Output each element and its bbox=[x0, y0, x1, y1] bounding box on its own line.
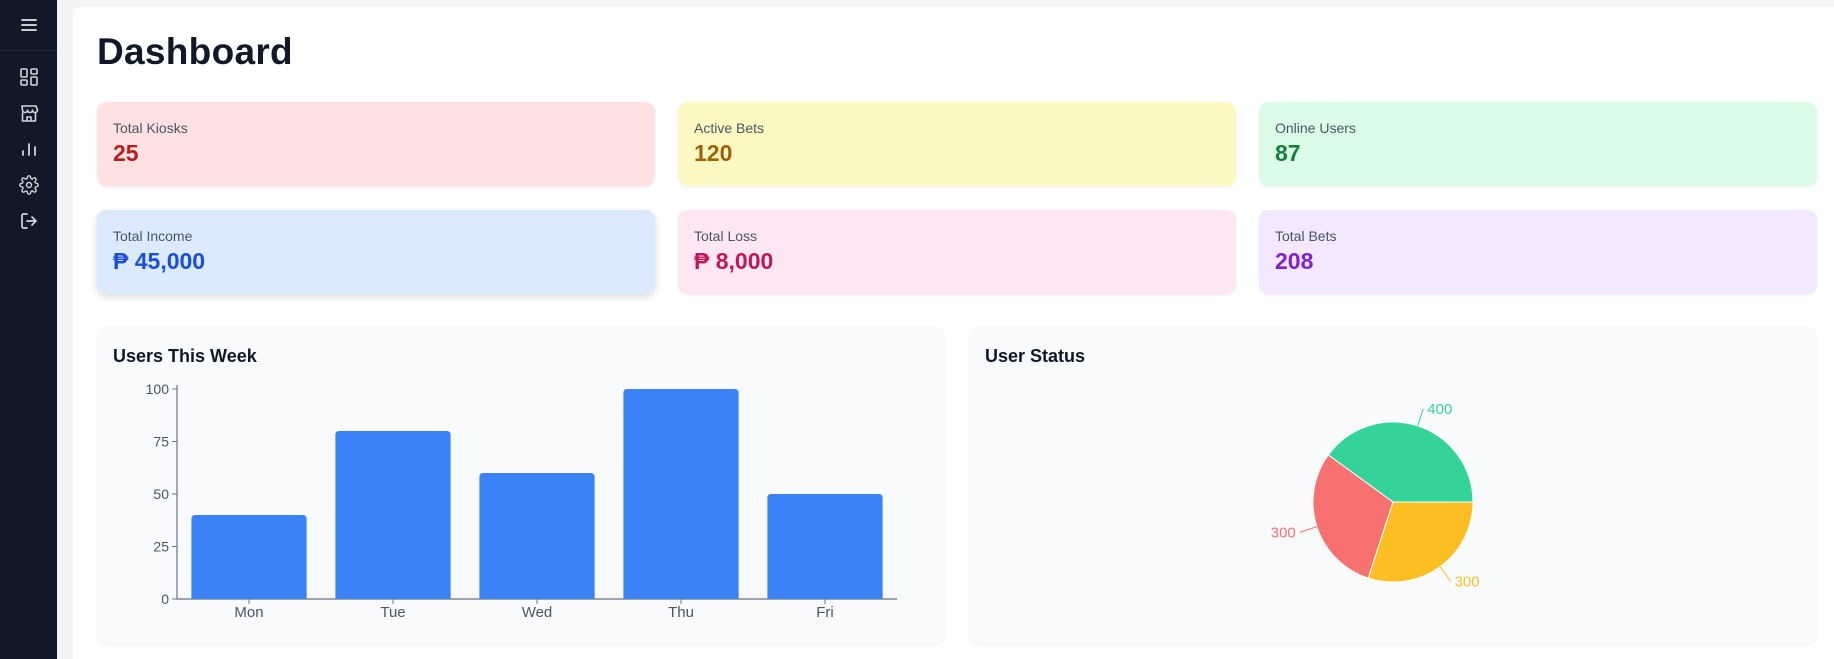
sidebar-nav bbox=[0, 51, 57, 239]
sidebar bbox=[0, 0, 57, 659]
sidebar-header bbox=[0, 0, 57, 51]
main-content: Dashboard Total Kiosks 25 Active Bets 12… bbox=[73, 7, 1834, 659]
pie-label-line bbox=[1439, 566, 1452, 582]
user-status-panel: User Status 400 300 300 bbox=[969, 327, 1817, 644]
y-tick-label: 50 bbox=[153, 486, 169, 502]
stat-label: Online Users bbox=[1275, 120, 1356, 136]
x-tick-label: Wed bbox=[522, 604, 553, 621]
users-this-week-panel: Users This Week 0 25 50 75 100 Mon Tue Wed Thu Fr… bbox=[97, 327, 945, 644]
stat-value: 120 bbox=[694, 140, 733, 166]
bar-thu[interactable] bbox=[623, 389, 739, 599]
store-icon bbox=[19, 103, 39, 123]
pie-label-line bbox=[1417, 408, 1424, 427]
stat-label: Active Bets bbox=[694, 120, 765, 136]
sidebar-item-settings[interactable] bbox=[0, 167, 57, 203]
x-tick-label: Mon bbox=[234, 604, 263, 621]
stat-label: Total Loss bbox=[694, 228, 758, 244]
users-bar-chart: 0 25 50 75 100 Mon Tue Wed Thu Fri bbox=[146, 381, 897, 621]
stat-card-total-bets: Total Bets 208 bbox=[1259, 210, 1817, 294]
sidebar-item-dashboard[interactable] bbox=[0, 59, 57, 95]
stat-value: 87 bbox=[1275, 140, 1301, 166]
stat-card-total-income: Total Income ₱ 45,000 bbox=[97, 210, 655, 294]
stat-value: 25 bbox=[113, 140, 139, 166]
stat-value: 208 bbox=[1275, 248, 1314, 274]
sidebar-item-logout[interactable] bbox=[0, 203, 57, 239]
stat-card-total-loss: Total Loss ₱ 8,000 bbox=[678, 210, 1236, 294]
y-tick-label: 100 bbox=[146, 381, 170, 397]
pie-label: 300 bbox=[1271, 524, 1296, 541]
bar-mon[interactable] bbox=[191, 515, 307, 599]
stat-label: Total Income bbox=[113, 228, 193, 244]
stat-label: Total Bets bbox=[1275, 228, 1337, 244]
hamburger-menu-icon[interactable] bbox=[20, 17, 38, 33]
bar-tue[interactable] bbox=[335, 431, 451, 599]
pie-label: 300 bbox=[1455, 573, 1480, 590]
stat-card-total-kiosks: Total Kiosks 25 bbox=[97, 102, 655, 186]
logout-icon bbox=[19, 211, 39, 231]
sidebar-item-reports[interactable] bbox=[0, 131, 57, 167]
x-tick-label: Tue bbox=[380, 604, 405, 621]
x-tick-label: Thu bbox=[668, 604, 694, 621]
x-tick-label: Fri bbox=[816, 604, 834, 621]
bar-fri[interactable] bbox=[767, 494, 883, 599]
y-tick-label: 0 bbox=[161, 591, 169, 607]
bar-chart-icon bbox=[19, 139, 39, 159]
stat-card-online-users: Online Users 87 bbox=[1259, 102, 1817, 186]
page-title: Dashboard bbox=[97, 31, 293, 72]
y-tick-label: 25 bbox=[153, 539, 169, 555]
sidebar-item-kiosks[interactable] bbox=[0, 95, 57, 131]
stat-value: ₱ 8,000 bbox=[694, 248, 774, 274]
dashboard-icon bbox=[19, 67, 39, 87]
user-status-pie-chart: 400 300 300 bbox=[1271, 401, 1480, 590]
pie-label: 400 bbox=[1427, 401, 1452, 418]
bar-wed[interactable] bbox=[479, 473, 595, 599]
stat-card-active-bets: Active Bets 120 bbox=[678, 102, 1236, 186]
pie-label-line bbox=[1299, 526, 1318, 533]
gear-icon bbox=[18, 175, 39, 195]
y-tick-label: 75 bbox=[153, 434, 169, 450]
stat-label: Total Kiosks bbox=[113, 120, 188, 136]
stat-value: ₱ 45,000 bbox=[113, 248, 206, 274]
